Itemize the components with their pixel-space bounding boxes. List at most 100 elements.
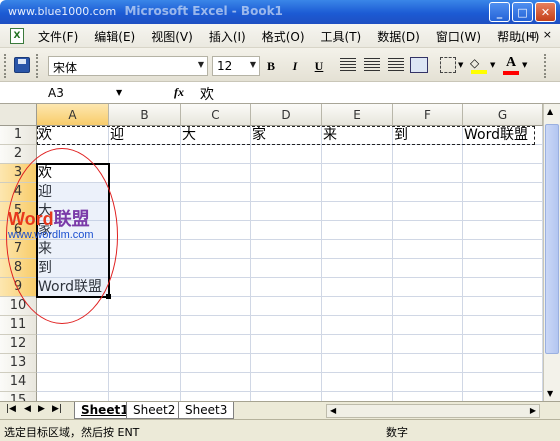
cell-f9[interactable] bbox=[393, 278, 463, 297]
cell-e10[interactable] bbox=[322, 297, 393, 316]
cell-d9[interactable] bbox=[251, 278, 322, 297]
cell-e5[interactable] bbox=[322, 202, 393, 221]
cell-f6[interactable] bbox=[393, 221, 463, 240]
cell-e2[interactable] bbox=[322, 145, 393, 164]
cell-b4[interactable] bbox=[109, 183, 181, 202]
menu-item[interactable]: 视图(V) bbox=[151, 28, 193, 45]
align-right-icon[interactable] bbox=[388, 58, 404, 72]
cell-a3[interactable]: 欢 bbox=[37, 164, 109, 183]
row-header-12[interactable]: 12 bbox=[0, 335, 37, 354]
column-header-a[interactable]: A bbox=[37, 104, 109, 126]
cell-c6[interactable] bbox=[181, 221, 251, 240]
cell-d8[interactable] bbox=[251, 259, 322, 278]
vertical-scrollbar[interactable]: ▲ ▼ bbox=[543, 104, 560, 401]
bold-button[interactable]: B bbox=[262, 57, 280, 75]
cell-g3[interactable] bbox=[463, 164, 543, 183]
font-name-select[interactable]: 宋体 ▼ bbox=[48, 56, 208, 76]
cell-d11[interactable] bbox=[251, 316, 322, 335]
fill-handle[interactable] bbox=[106, 294, 111, 299]
cell-d12[interactable] bbox=[251, 335, 322, 354]
cell-d1[interactable]: 家 bbox=[251, 126, 322, 145]
name-box[interactable]: A3 bbox=[0, 84, 130, 102]
cell-g12[interactable] bbox=[463, 335, 543, 354]
cell-f4[interactable] bbox=[393, 183, 463, 202]
row-header-8[interactable]: 8 bbox=[0, 259, 37, 278]
cell-d2[interactable] bbox=[251, 145, 322, 164]
cell-c2[interactable] bbox=[181, 145, 251, 164]
cell-f7[interactable] bbox=[393, 240, 463, 259]
cell-d6[interactable] bbox=[251, 221, 322, 240]
last-sheet-icon[interactable]: ▶| bbox=[52, 404, 62, 414]
cell-b6[interactable] bbox=[109, 221, 181, 240]
cell-g8[interactable] bbox=[463, 259, 543, 278]
cell-g15[interactable] bbox=[463, 392, 543, 401]
cell-d15[interactable] bbox=[251, 392, 322, 401]
cell-e3[interactable] bbox=[322, 164, 393, 183]
cell-b15[interactable] bbox=[109, 392, 181, 401]
horizontal-scrollbar[interactable]: ◀ ▶ bbox=[326, 404, 540, 418]
cell-a11[interactable] bbox=[37, 316, 109, 335]
cell-b5[interactable] bbox=[109, 202, 181, 221]
chevron-down-icon[interactable]: ▼ bbox=[458, 61, 463, 69]
row-header-7[interactable]: 7 bbox=[0, 240, 37, 259]
cell-g7[interactable] bbox=[463, 240, 543, 259]
cell-g14[interactable] bbox=[463, 373, 543, 392]
cell-g11[interactable] bbox=[463, 316, 543, 335]
underline-button[interactable]: U bbox=[310, 57, 328, 75]
row-header-4[interactable]: 4 bbox=[0, 183, 37, 202]
font-size-select[interactable]: 12 ▼ bbox=[212, 56, 260, 76]
chevron-down-icon[interactable]: ▼ bbox=[490, 61, 495, 69]
cell-b2[interactable] bbox=[109, 145, 181, 164]
menu-item[interactable]: 格式(O) bbox=[262, 28, 305, 45]
menu-item[interactable]: 窗口(W) bbox=[436, 28, 481, 45]
cell-e12[interactable] bbox=[322, 335, 393, 354]
cell-f1[interactable]: 到 bbox=[393, 126, 463, 145]
cell-e7[interactable] bbox=[322, 240, 393, 259]
cell-f14[interactable] bbox=[393, 373, 463, 392]
row-header-10[interactable]: 10 bbox=[0, 297, 37, 316]
row-header-14[interactable]: 14 bbox=[0, 373, 37, 392]
column-header-c[interactable]: C bbox=[181, 104, 251, 126]
cell-c3[interactable] bbox=[181, 164, 251, 183]
cell-d14[interactable] bbox=[251, 373, 322, 392]
scroll-down-icon[interactable]: ▼ bbox=[547, 389, 553, 398]
menu-item[interactable]: 插入(I) bbox=[209, 28, 246, 45]
cell-c8[interactable] bbox=[181, 259, 251, 278]
cell-g5[interactable] bbox=[463, 202, 543, 221]
cell-d13[interactable] bbox=[251, 354, 322, 373]
toolbar-options-handle[interactable] bbox=[544, 54, 552, 78]
cell-f10[interactable] bbox=[393, 297, 463, 316]
cell-d5[interactable] bbox=[251, 202, 322, 221]
cell-c4[interactable] bbox=[181, 183, 251, 202]
close-button[interactable]: ✕ bbox=[535, 2, 556, 22]
menu-item[interactable]: 编辑(E) bbox=[94, 28, 135, 45]
cell-e11[interactable] bbox=[322, 316, 393, 335]
cell-e13[interactable] bbox=[322, 354, 393, 373]
cell-c14[interactable] bbox=[181, 373, 251, 392]
toolbar-handle[interactable] bbox=[4, 54, 12, 78]
cell-f15[interactable] bbox=[393, 392, 463, 401]
row-header-5[interactable]: 5 bbox=[0, 202, 37, 221]
align-center-icon[interactable] bbox=[364, 58, 380, 72]
row-header-1[interactable]: 1 bbox=[0, 126, 37, 145]
tab-sheet3[interactable]: Sheet3 bbox=[178, 402, 235, 419]
first-sheet-icon[interactable]: |◀ bbox=[6, 404, 16, 414]
cell-g4[interactable] bbox=[463, 183, 543, 202]
cell-c5[interactable] bbox=[181, 202, 251, 221]
cell-g9[interactable] bbox=[463, 278, 543, 297]
column-header-f[interactable]: F bbox=[393, 104, 463, 126]
cell-b3[interactable] bbox=[109, 164, 181, 183]
row-header-9[interactable]: 9 bbox=[0, 278, 37, 297]
cell-b13[interactable] bbox=[109, 354, 181, 373]
minimize-button[interactable]: _ bbox=[489, 2, 510, 22]
excel-doc-icon[interactable]: X bbox=[10, 28, 24, 44]
doc-close-icon[interactable]: × bbox=[543, 28, 552, 41]
cell-c7[interactable] bbox=[181, 240, 251, 259]
italic-button[interactable]: I bbox=[286, 57, 304, 75]
cell-g13[interactable] bbox=[463, 354, 543, 373]
cell-f8[interactable] bbox=[393, 259, 463, 278]
next-sheet-icon[interactable]: ▶ bbox=[38, 404, 45, 414]
cell-a10[interactable] bbox=[37, 297, 109, 316]
cell-b1[interactable]: 迎 bbox=[109, 126, 181, 145]
cell-b8[interactable] bbox=[109, 259, 181, 278]
